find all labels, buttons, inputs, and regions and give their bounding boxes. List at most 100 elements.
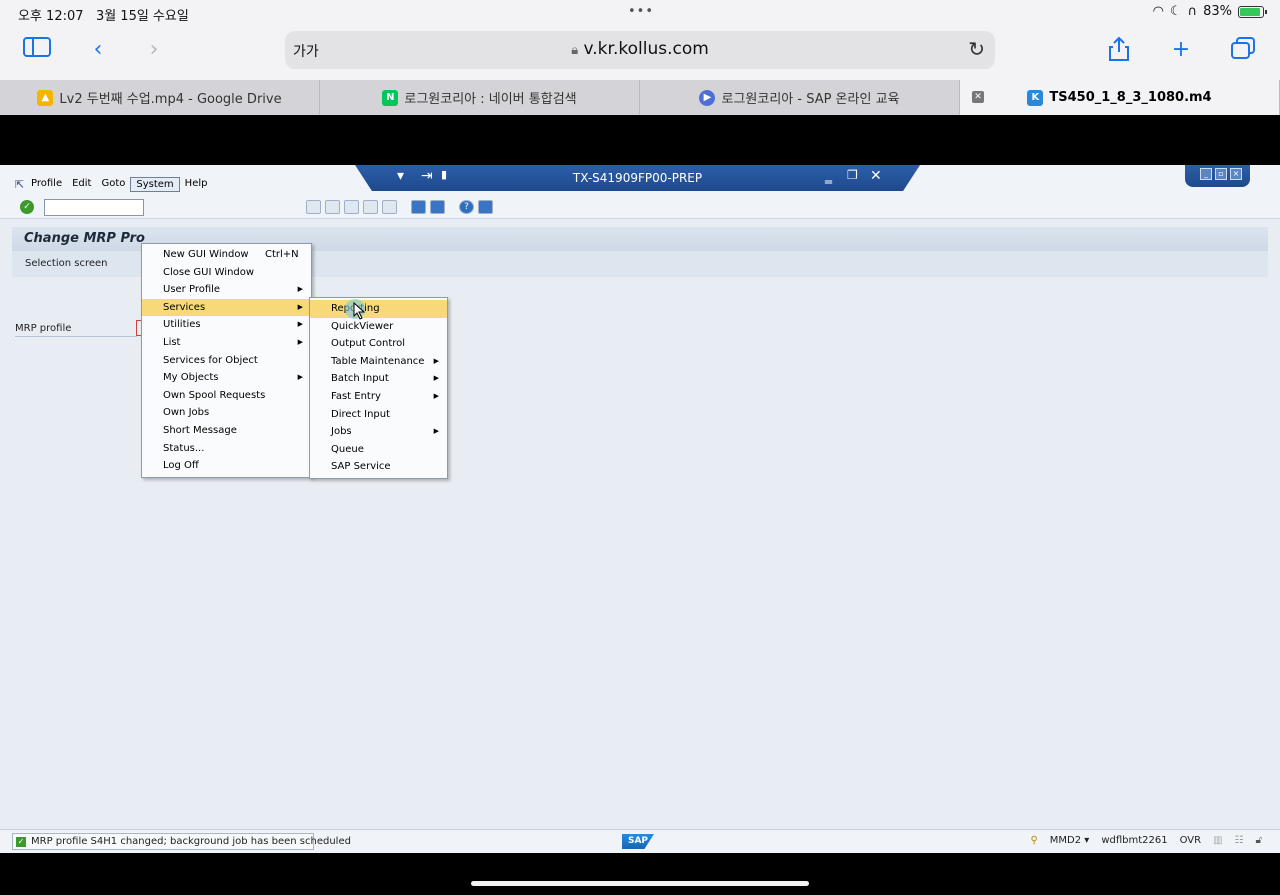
help-icon[interactable]: ?	[459, 200, 474, 214]
ios-status-bar: 오후 12:07 3월 15일 수요일 ••• ◠ ☾ ∩ 83%	[0, 0, 1280, 26]
menu-item-own-spool-requests[interactable]: Own Spool Requests	[142, 387, 311, 405]
tab-google-drive[interactable]: ▲ Lv2 두번째 수업.mp4 - Google Drive	[0, 80, 320, 115]
menu-item-services-for-object[interactable]: Services for Object	[142, 352, 311, 370]
lock-icon: 🔒︎	[571, 43, 579, 58]
menu-edit[interactable]: Edit	[67, 177, 96, 192]
tabs-overview-icon[interactable]	[1228, 36, 1258, 64]
status-host: wdflbmt2261	[1101, 835, 1168, 846]
menu-item-utilities[interactable]: Utilities ▶	[142, 316, 311, 334]
menu-item-batch-input[interactable]: Batch Input ▶	[310, 370, 447, 388]
minimize-icon[interactable]: ‗	[825, 168, 832, 184]
restore-icon[interactable]: ❐	[847, 168, 858, 182]
menu-item-status[interactable]: Status...	[142, 440, 311, 458]
shortcut-icon[interactable]	[430, 200, 445, 214]
new-tab-icon[interactable]: +	[1166, 36, 1196, 64]
menu-item-label: Short Message	[163, 424, 237, 436]
menu-goto[interactable]: Goto	[96, 177, 130, 192]
video-player[interactable]: ⇱ Profile Edit Goto System Help ▾ ⇥ ▮ TX…	[0, 115, 1280, 895]
menu-item-label: Queue	[331, 443, 364, 455]
battery-icon	[1238, 5, 1267, 18]
menu-help[interactable]: Help	[180, 177, 213, 192]
menu-item-list[interactable]: List ▶	[142, 334, 311, 352]
moon-icon: ☾	[1169, 4, 1182, 19]
menu-item-reporting[interactable]: Reporting	[310, 300, 447, 318]
sap-window-controls: _ ▫ ×	[1185, 165, 1250, 187]
reload-icon[interactable]: ↻	[968, 37, 985, 61]
enter-check-icon[interactable]: ✓	[20, 200, 34, 214]
menu-item-queue[interactable]: Queue	[310, 441, 447, 459]
submenu-arrow-icon: ▶	[297, 337, 303, 346]
address-bar[interactable]: 가가 🔒︎ v.kr.kollus.com ↻	[285, 31, 995, 69]
status-time: 오후 12:07	[18, 9, 84, 24]
customize-layout-icon[interactable]	[478, 200, 493, 214]
find-icon[interactable]	[325, 200, 340, 214]
status-system[interactable]: MMD2 ▾	[1050, 835, 1090, 846]
sap-menu-exit-icon[interactable]: ⇱	[10, 177, 26, 192]
menu-item-services[interactable]: Services ▶	[142, 298, 311, 317]
tab-sap-course[interactable]: ▶ 로그원코리아 - SAP 온라인 교육	[640, 80, 960, 115]
menu-item-direct-input[interactable]: Direct Input	[310, 406, 447, 424]
window-minimize-icon[interactable]: _	[1200, 168, 1212, 180]
multitask-dots-icon[interactable]: •••	[628, 4, 654, 19]
menu-profile[interactable]: Profile	[26, 177, 67, 192]
save-icon[interactable]	[306, 200, 321, 214]
menu-item-label: Table Maintenance	[331, 355, 425, 367]
menu-item-short-message[interactable]: Short Message	[142, 422, 311, 440]
sap-status-bar: ✓ MRP profile S4H1 changed; background j…	[0, 829, 1280, 853]
menu-item-table-maintenance[interactable]: Table Maintenance ▶	[310, 353, 447, 371]
tab-label: 로그원코리아 : 네이버 통합검색	[404, 92, 577, 107]
wifi-icon: ◠	[1152, 4, 1164, 19]
browser-chrome: 오후 12:07 3월 15일 수요일 ••• ◠ ☾ ∩ 83% ‹ › 가가…	[0, 0, 1280, 80]
tab-kollus-video[interactable]: ✕ K TS450_1_8_3_1080.m4	[960, 80, 1280, 115]
new-session-icon[interactable]	[411, 200, 426, 214]
menu-item-output-control[interactable]: Output Control	[310, 335, 447, 353]
tab-label: Lv2 두번째 수업.mp4 - Google Drive	[59, 92, 282, 107]
tab-naver[interactable]: N 로그원코리아 : 네이버 통합검색	[320, 80, 640, 115]
menu-system[interactable]: System	[130, 177, 180, 192]
status-indicators: ◠ ☾ ∩ 83%	[1152, 4, 1267, 19]
menu-item-jobs[interactable]: Jobs ▶	[310, 423, 447, 441]
status-system-value: MMD2	[1049, 835, 1082, 846]
menu-item-close-gui-window[interactable]: Close GUI Window	[142, 264, 311, 282]
menu-item-label: Own Spool Requests	[163, 389, 266, 401]
command-field[interactable]	[44, 199, 144, 216]
back-icon[interactable]: ‹	[83, 36, 113, 64]
status-mode[interactable]: OVR	[1180, 835, 1201, 846]
menu-item-fast-entry[interactable]: Fast Entry ▶	[310, 388, 447, 406]
sap-window-title: TX-S41909FP00-PREP	[572, 171, 703, 185]
close-icon[interactable]: ✕	[870, 168, 882, 184]
unlock-icon[interactable]: 🔓︎	[1256, 835, 1262, 846]
find-next-icon[interactable]	[344, 200, 359, 214]
submenu-arrow-icon: ▶	[297, 373, 303, 382]
settings-icon[interactable]: ☷	[1235, 835, 1244, 846]
system-menu-dropdown: New GUI Window Ctrl+N Close GUI Window User…	[141, 243, 312, 478]
chart-icon[interactable]: ▥	[1213, 835, 1222, 846]
menu-item-sap-service[interactable]: SAP Service	[310, 458, 447, 476]
menu-item-label: SAP Service	[331, 461, 391, 473]
menu-item-my-objects[interactable]: My Objects ▶	[142, 369, 311, 387]
naver-icon: N	[382, 89, 399, 106]
menu-item-label: User Profile	[163, 284, 221, 296]
menu-item-own-jobs[interactable]: Own Jobs	[142, 404, 311, 422]
submenu-arrow-icon: ▶	[433, 374, 439, 383]
menu-item-new-gui-window[interactable]: New GUI Window Ctrl+N	[142, 246, 311, 264]
first-page-icon[interactable]	[363, 200, 378, 214]
window-close-icon[interactable]: ×	[1230, 168, 1242, 180]
menu-item-user-profile[interactable]: User Profile ▶	[142, 281, 311, 299]
share-icon[interactable]	[1104, 36, 1134, 64]
status-message[interactable]: ✓ MRP profile S4H1 changed; background j…	[12, 833, 351, 850]
home-indicator[interactable]	[471, 881, 809, 886]
system-info: ⚲ MMD2 ▾ wdflbmt2261 OVR ▥ ☷ 🔓︎	[1030, 835, 1262, 846]
last-page-icon[interactable]	[382, 200, 397, 214]
menu-item-log-off[interactable]: Log Off	[142, 457, 311, 475]
window-restore-icon[interactable]: ▫	[1215, 168, 1227, 180]
key-icon[interactable]: ⚲	[1030, 835, 1037, 846]
menu-item-quickviewer[interactable]: QuickViewer	[310, 318, 447, 336]
close-tab-icon[interactable]: ✕	[972, 91, 984, 103]
menu-item-label: My Objects	[163, 372, 219, 384]
forward-icon[interactable]: ›	[139, 36, 169, 64]
sidebar-icon[interactable]	[22, 36, 52, 64]
play-icon: ▶	[699, 89, 716, 106]
menu-item-label: Utilities	[163, 319, 201, 331]
tab-bar: ▲ Lv2 두번째 수업.mp4 - Google Drive N 로그원코리아…	[0, 80, 1280, 115]
